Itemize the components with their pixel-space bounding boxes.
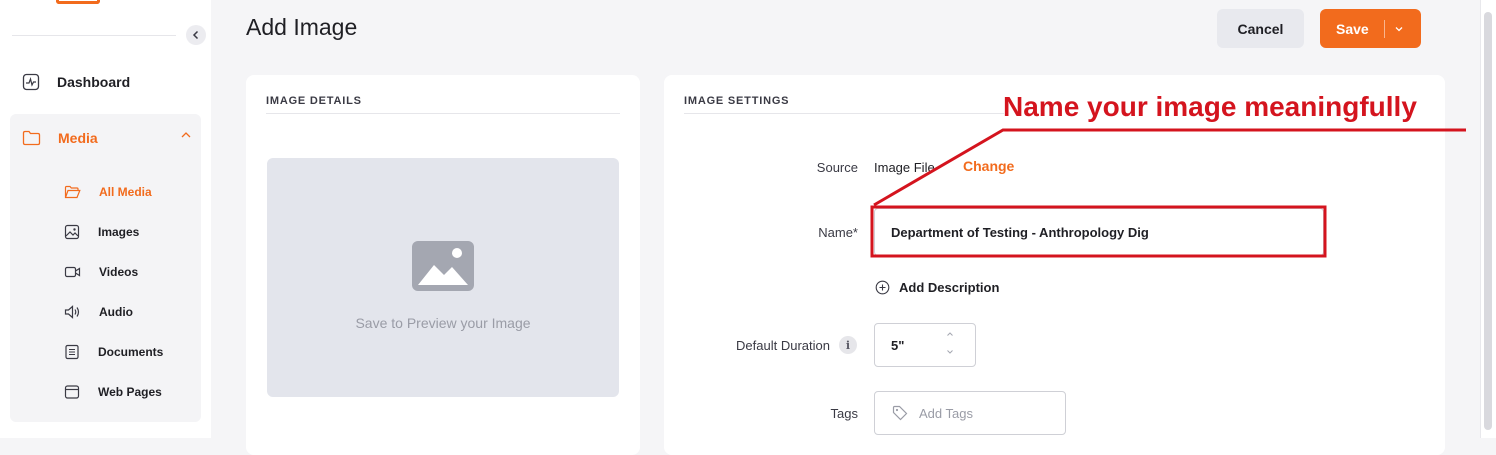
chevron-down-icon[interactable] [1394,25,1404,33]
document-icon [65,344,79,360]
change-source-link[interactable]: Change [963,158,1014,174]
speaker-icon [64,305,80,319]
chevron-up-icon[interactable] [946,331,954,337]
add-description-button[interactable]: Add Description [875,280,999,295]
sidebar-item-documents[interactable]: Documents [64,343,163,361]
card-heading: IMAGE SETTINGS [684,95,790,107]
sidebar: Dashboard Media All Media Images Videos … [0,0,211,438]
save-button-label: Save [1336,20,1369,37]
info-icon[interactable]: i [839,336,857,354]
browser-window-icon [64,385,80,399]
sidebar-item-label: Dashboard [57,74,131,90]
tag-icon [892,405,908,421]
sidebar-item-media[interactable]: Media [22,128,192,148]
cancel-button[interactable]: Cancel [1217,9,1304,48]
add-description-label: Add Description [899,280,1000,295]
scrollbar-thumb[interactable] [1484,12,1492,430]
image-settings-card: IMAGE SETTINGS Source Image File Change … [664,75,1445,455]
card-heading: IMAGE DETAILS [266,95,362,107]
image-icon [64,224,80,240]
tags-input[interactable]: Add Tags [874,391,1066,435]
sidebar-item-audio[interactable]: Audio [64,303,133,321]
media-nav-group: Media All Media Images Videos Audio Docu… [10,114,201,422]
tags-label: Tags [830,406,858,421]
sidebar-item-web-pages[interactable]: Web Pages [64,383,162,401]
chevron-down-icon[interactable] [946,349,954,355]
name-label: Name* [818,225,858,240]
image-preview: Save to Preview your Image [267,158,619,397]
sidebar-collapse-button[interactable] [186,25,206,45]
chevron-left-icon [192,30,199,40]
preview-placeholder-text: Save to Preview your Image [355,315,531,331]
divider [684,113,1004,114]
logo[interactable] [56,0,100,4]
sidebar-item-label: All Media [99,185,152,199]
sidebar-divider [12,35,176,36]
annotation-callout-text: Name your image meaningfully [1003,91,1417,122]
save-split-divider [1384,19,1385,38]
sidebar-item-label: Web Pages [98,385,162,399]
page-title: Add Image [246,14,358,40]
name-field[interactable] [874,208,1324,256]
divider [266,113,620,114]
open-folder-icon [64,185,81,199]
sidebar-item-label: Images [98,225,140,239]
sidebar-item-label: Media [58,130,98,146]
chevron-up-icon [181,132,191,138]
tags-placeholder: Add Tags [919,405,973,421]
save-button[interactable]: Save [1320,9,1421,48]
duration-stepper[interactable]: 5" [874,323,976,367]
image-details-card: IMAGE DETAILS Save to Preview your Image [246,75,640,455]
folder-icon [22,130,41,146]
default-duration-label: Default Duration [736,338,830,353]
sidebar-item-dashboard[interactable]: Dashboard [22,72,130,92]
sidebar-item-label: Documents [98,345,164,359]
video-icon [64,266,81,278]
sidebar-item-all-media[interactable]: All Media [64,183,152,201]
image-placeholder-icon [412,241,474,291]
plus-circle-icon [875,280,890,295]
source-value: Image File [874,160,935,175]
sidebar-item-videos[interactable]: Videos [64,263,138,281]
sidebar-item-images[interactable]: Images [64,223,139,241]
sidebar-item-label: Videos [99,265,139,279]
source-label: Source [816,160,858,175]
sidebar-item-label: Audio [99,305,133,319]
dashboard-icon [22,73,40,91]
duration-value: 5" [891,338,905,353]
